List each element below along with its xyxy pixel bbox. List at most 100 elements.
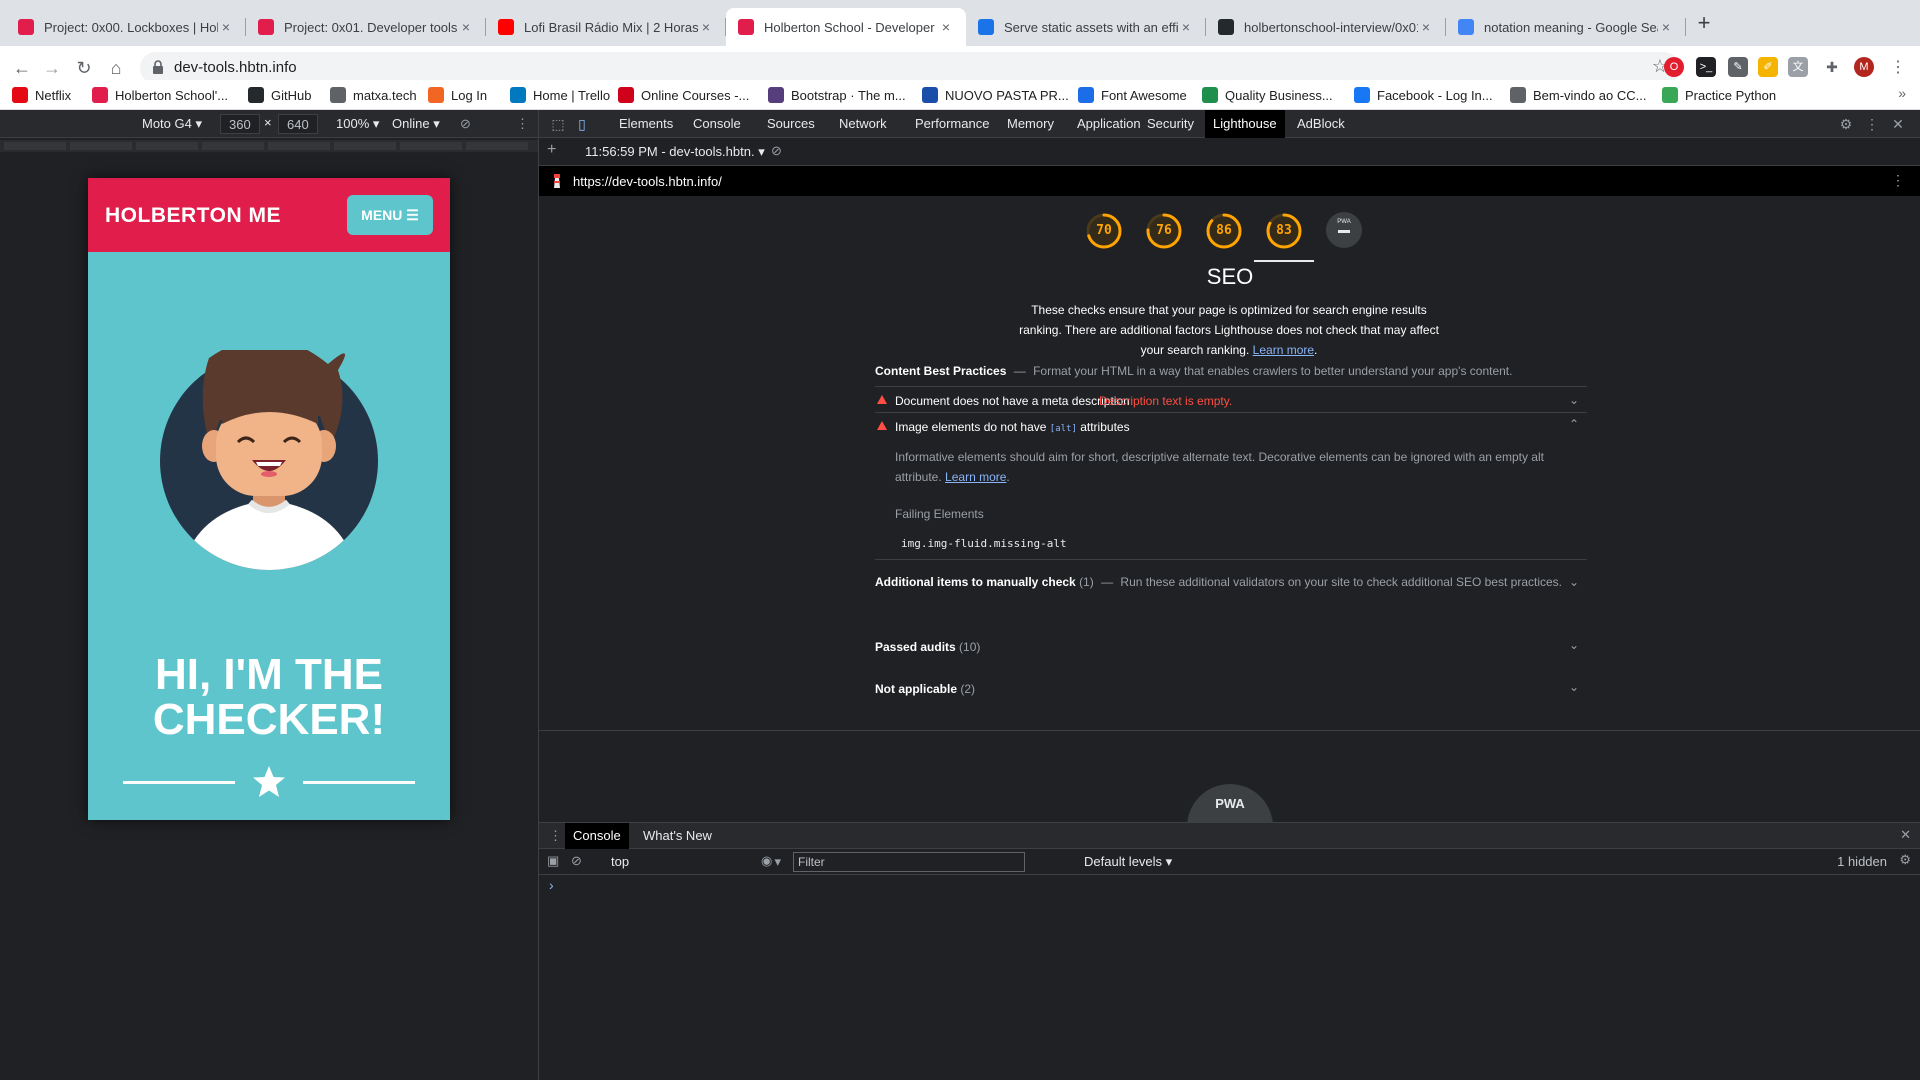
tools-extension-icon[interactable]: ✎	[1728, 57, 1748, 77]
pwa-badge-icon[interactable]: PWA	[1326, 212, 1362, 248]
extensions-puzzle-icon[interactable]: ✚	[1822, 57, 1842, 77]
devtools-tab-elements[interactable]: Elements	[611, 110, 681, 138]
devtools-more-icon[interactable]: ⋮	[1863, 115, 1881, 133]
device-select[interactable]: Moto G4 ▾	[142, 116, 202, 132]
browser-menu-icon[interactable]: ⋮	[1886, 56, 1910, 80]
report-selector[interactable]: 11:56:59 PM - dev-tools.hbtn. ▾	[585, 144, 765, 160]
terminal-extension-icon[interactable]: >_	[1696, 57, 1716, 77]
devtools-tab-application[interactable]: Application	[1069, 110, 1149, 138]
close-tab-icon[interactable]: ×	[1658, 19, 1674, 35]
devtools-tab-lighthouse[interactable]: Lighthouse	[1205, 110, 1285, 138]
devtools-tab-sources[interactable]: Sources	[759, 110, 823, 138]
console-sidebar-icon[interactable]: ▣	[547, 853, 559, 869]
rotate-disabled-icon[interactable]: ⊘	[460, 116, 471, 132]
manual-check-section[interactable]: Additional items to manually check (1) —…	[875, 572, 1587, 592]
bookmark-item[interactable]: Bootstrap · The m...	[768, 86, 906, 104]
translate-extension-icon[interactable]: 文	[1788, 57, 1808, 77]
browser-tab[interactable]: notation meaning - Google Search×	[1446, 8, 1686, 46]
browser-tab[interactable]: holbertonschool-interview/0x01 ×	[1206, 8, 1446, 46]
bookmark-item[interactable]: Quality Business...	[1202, 86, 1333, 104]
audit-meta-description[interactable]: Document does not have a meta descriptio…	[875, 386, 1587, 412]
devtools-tab-network[interactable]: Network	[831, 110, 895, 138]
bookmark-item[interactable]: Practice Python	[1662, 86, 1776, 104]
opera-extension-icon[interactable]: O	[1664, 57, 1684, 77]
reload-icon[interactable]: ↻	[72, 56, 96, 80]
browser-tab[interactable]: Holberton School - Developer tools×	[726, 8, 966, 46]
forward-icon[interactable]: →	[40, 56, 64, 80]
score-gauge[interactable]: 70	[1085, 212, 1123, 250]
score-gauge[interactable]: 83	[1265, 212, 1303, 250]
live-expression-eye-icon[interactable]: ◉	[761, 853, 772, 869]
network-throttle-select[interactable]: Online ▾	[392, 116, 440, 132]
log-levels-select[interactable]: Default levels ▾	[1084, 854, 1172, 870]
devtools-close-icon[interactable]: ✕	[1889, 115, 1907, 133]
bookmark-item[interactable]: Online Courses -...	[618, 86, 749, 104]
bookmark-item[interactable]: Facebook - Log In...	[1354, 86, 1493, 104]
audit-image-alt[interactable]: Image elements do not have [alt] attribu…	[875, 412, 1587, 560]
drawer-menu-icon[interactable]: ⋮	[549, 828, 562, 844]
drawer-tab-whats-new[interactable]: What's New	[635, 823, 720, 849]
drawer-tab-console[interactable]: Console	[565, 823, 629, 849]
close-tab-icon[interactable]: ×	[458, 19, 474, 35]
devtools-tab-security[interactable]: Security	[1139, 110, 1202, 138]
browser-tab[interactable]: Project: 0x00. Lockboxes | Holberton×	[6, 8, 246, 46]
site-logo[interactable]: HOLBERTON ME	[105, 204, 281, 228]
browser-tab[interactable]: Lofi Brasil Rádio Mix | 2 Horas de ×	[486, 8, 726, 46]
back-icon[interactable]: ←	[10, 56, 34, 80]
chevron-down-icon[interactable]: ⌄	[1569, 680, 1579, 694]
close-tab-icon[interactable]: ×	[698, 19, 714, 35]
close-tab-icon[interactable]: ×	[1178, 19, 1194, 35]
devtools-settings-icon[interactable]: ⚙	[1837, 115, 1855, 133]
chevron-down-icon[interactable]: ⌄	[1569, 638, 1579, 652]
pwa-category-gauge[interactable]: PWA	[1187, 784, 1273, 822]
close-tab-icon[interactable]: ×	[218, 19, 234, 35]
bookmark-item[interactable]: GitHub	[248, 86, 311, 104]
bookmark-item[interactable]: Home | Trello	[510, 86, 610, 104]
home-icon[interactable]: ⌂	[104, 56, 128, 80]
chevron-down-icon[interactable]: ⌄	[1569, 393, 1579, 407]
devtools-tab-performance[interactable]: Performance	[907, 110, 997, 138]
bookmarks-overflow-icon[interactable]: »	[1898, 85, 1906, 101]
device-height-input[interactable]: 640	[278, 114, 318, 134]
devtools-tab-memory[interactable]: Memory	[999, 110, 1062, 138]
chevron-up-icon[interactable]: ⌃	[1569, 417, 1579, 431]
new-report-icon[interactable]: +	[547, 141, 556, 159]
browser-tab[interactable]: Project: 0x01. Developer tools | Holbert…	[246, 8, 486, 46]
score-gauge[interactable]: 76	[1145, 212, 1183, 250]
drawer-close-icon[interactable]: ✕	[1900, 827, 1911, 843]
console-prompt[interactable]: ›	[549, 877, 554, 893]
not-applicable-section[interactable]: Not applicable (2) ⌄	[875, 680, 1587, 696]
failing-element-selector[interactable]: img.img-fluid.missing-alt	[901, 537, 1067, 550]
notes-extension-icon[interactable]: ✐	[1758, 57, 1778, 77]
audit-alt-learn-more-link[interactable]: Learn more	[945, 470, 1006, 484]
chevron-down-icon[interactable]: ⌄	[1569, 572, 1579, 592]
bookmark-item[interactable]: Font Awesome	[1078, 86, 1187, 104]
devtools-tab-adblock[interactable]: AdBlock	[1289, 110, 1353, 138]
inspect-element-icon[interactable]: ⬚	[549, 115, 567, 133]
bookmark-item[interactable]: Holberton School'...	[92, 86, 228, 104]
bookmark-item[interactable]: Bem-vindo ao CC...	[1510, 86, 1646, 104]
bookmark-item[interactable]: NUOVO PASTA PR...	[922, 86, 1069, 104]
context-select[interactable]: top ▾	[611, 854, 781, 869]
close-tab-icon[interactable]: ×	[1418, 19, 1434, 35]
zoom-select[interactable]: 100% ▾	[336, 116, 379, 132]
bookmark-item[interactable]: Log In	[428, 86, 487, 104]
menu-button[interactable]: MENU ☰	[347, 195, 433, 235]
passed-audits-section[interactable]: Passed audits (10) ⌄	[875, 638, 1587, 654]
devtools-tab-console[interactable]: Console	[685, 110, 749, 138]
browser-tab[interactable]: Serve static assets with an efficient×	[966, 8, 1206, 46]
new-tab-button[interactable]: +	[1692, 12, 1716, 36]
score-gauge[interactable]: 86	[1205, 212, 1243, 250]
close-tab-icon[interactable]: ×	[938, 19, 954, 35]
device-more-icon[interactable]: ⋮	[516, 116, 529, 132]
device-toggle-icon[interactable]: ▯	[573, 115, 591, 133]
bookmark-item[interactable]: Netflix	[12, 86, 71, 104]
clear-reports-icon[interactable]: ⊘	[771, 143, 782, 159]
profile-avatar[interactable]: M	[1854, 57, 1874, 77]
clear-console-icon[interactable]: ⊘	[571, 853, 582, 869]
console-settings-icon[interactable]: ⚙	[1899, 852, 1911, 868]
report-menu-icon[interactable]: ⋮	[1891, 172, 1905, 189]
device-width-input[interactable]: 360	[220, 114, 260, 134]
seo-learn-more-link[interactable]: Learn more	[1253, 343, 1314, 357]
bookmark-item[interactable]: matxa.tech	[330, 86, 417, 104]
